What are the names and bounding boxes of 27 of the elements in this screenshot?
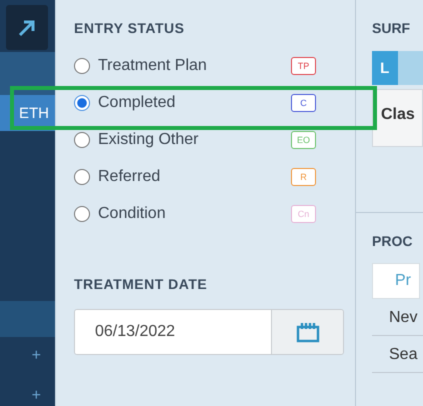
option-label: Condition	[98, 205, 167, 223]
radio-button[interactable]	[74, 58, 90, 74]
radio-button[interactable]	[74, 169, 90, 185]
radio-button[interactable]	[74, 95, 90, 111]
status-badge: Cn	[291, 205, 316, 223]
option-label: Completed	[98, 94, 176, 112]
surface-tab[interactable]: L	[372, 51, 398, 85]
option-label: Treatment Plan	[98, 57, 208, 75]
procedure-row[interactable]: Sea	[372, 336, 423, 373]
add-button[interactable]: +	[32, 347, 41, 365]
expand-button[interactable]	[6, 5, 48, 50]
section-title: PROC	[372, 233, 414, 249]
section-title: SURF	[372, 20, 412, 36]
option-label: Referred	[98, 168, 162, 186]
status-badge: EO	[291, 131, 316, 149]
radio-button[interactable]	[74, 206, 90, 222]
status-badge: C	[291, 94, 316, 112]
status-badge: R	[291, 168, 316, 186]
section-title: ENTRY STATUS	[74, 20, 186, 36]
option-label: Existing Other	[98, 131, 200, 149]
add-button[interactable]: +	[32, 387, 41, 405]
class-card[interactable]: Clas	[372, 89, 423, 147]
procedure-button[interactable]: Pr	[372, 263, 420, 299]
status-badge: TP	[291, 57, 316, 75]
procedure-row[interactable]: Nev	[372, 299, 423, 336]
radio-button[interactable]	[74, 132, 90, 148]
section-title: TREATMENT DATE	[74, 276, 208, 292]
